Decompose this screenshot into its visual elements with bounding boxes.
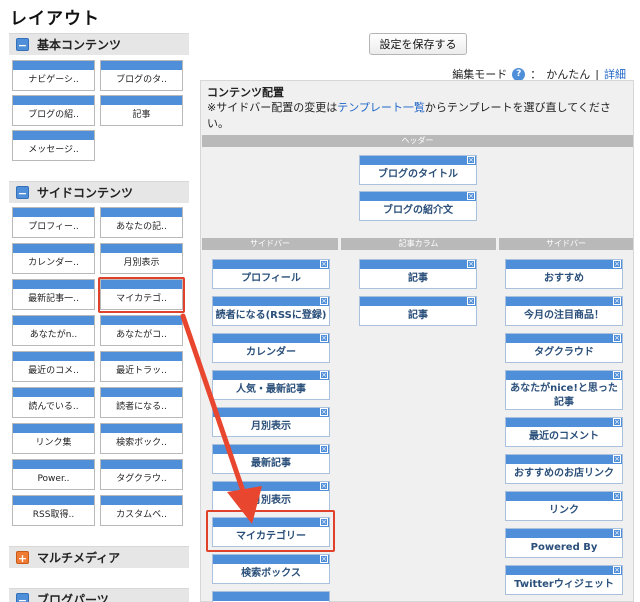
sidebar-right-label: サイドバー	[499, 238, 633, 250]
palette-item[interactable]: 月別表示	[100, 243, 183, 274]
mode-divider: |	[595, 67, 599, 81]
layout-block[interactable]: × 今月の注目商品！	[505, 296, 623, 326]
palette-item[interactable]: あなたがn..	[12, 315, 95, 346]
close-icon: ×	[613, 297, 621, 305]
palette-item[interactable]: 最近のコメ..	[12, 351, 95, 382]
panel-description: ※サイドバー配置の変更はテンプレート一覧からテンプレートを選び直してください。	[207, 101, 611, 130]
layout-block[interactable]: × 月別表示	[212, 407, 330, 437]
close-icon: ×	[467, 260, 475, 268]
layout-block-partial[interactable]	[212, 591, 330, 602]
palette-item[interactable]: ブログのタ..	[100, 60, 183, 91]
save-settings-button[interactable]: 設定を保存する	[369, 33, 467, 55]
palette-item[interactable]: Power..	[12, 459, 95, 490]
section-label: ブログパーツ	[37, 593, 109, 602]
help-icon[interactable]: ?	[512, 67, 526, 81]
layout-block[interactable]: × 最新記事	[212, 444, 330, 474]
palette-item[interactable]: 最新記事一..	[12, 279, 95, 310]
close-icon[interactable]: ×	[467, 192, 475, 200]
sidebar-left-label: サイドバー	[202, 238, 338, 250]
palette-item[interactable]: 読者になる..	[100, 387, 183, 418]
close-icon: ×	[613, 455, 621, 463]
layout-block[interactable]: × Twitterウィジェット	[505, 565, 623, 595]
layout-block[interactable]: × プロフィール	[212, 259, 330, 289]
article-column-label: 記事カラム	[341, 238, 496, 250]
layout-block[interactable]: × おすすめのお店リンク	[505, 454, 623, 484]
collapse-icon[interactable]: −	[16, 186, 29, 200]
palette-item[interactable]: 記事	[100, 95, 183, 126]
layout-block[interactable]: × Powered By	[505, 528, 623, 558]
layout-block[interactable]: × 人気・最新記事	[212, 370, 330, 400]
close-icon: ×	[613, 566, 621, 574]
layout-block[interactable]: × あなたがnice!と思った記事	[505, 370, 623, 410]
close-icon: ×	[613, 418, 621, 426]
template-list-link[interactable]: テンプレート一覧	[337, 101, 425, 114]
palette-item[interactable]: メッセージ..	[12, 130, 95, 161]
close-icon: ×	[320, 482, 328, 490]
panel-title: コンテンツ配置	[207, 86, 284, 99]
palette-item[interactable]: ブログの紹..	[12, 95, 95, 126]
basic-contents-palette: ナビゲーシ.. ブログのタ.. ブログの紹.. 記事 メッセージ..	[9, 58, 189, 162]
highlight-box	[98, 277, 185, 313]
palette-item[interactable]: カスタムベ..	[100, 495, 183, 526]
palette-item[interactable]: プロフィー..	[12, 207, 95, 238]
palette-item[interactable]: あなたの記..	[100, 207, 183, 238]
close-icon: ×	[320, 297, 328, 305]
close-icon: ×	[613, 334, 621, 342]
close-icon: ×	[320, 445, 328, 453]
close-icon: ×	[613, 371, 621, 379]
layout-block[interactable]: × 読者になる(RSSに登録)	[212, 296, 330, 326]
layout-block[interactable]: × カレンダー	[212, 333, 330, 363]
section-multimedia[interactable]: + マルチメディア	[9, 546, 189, 568]
layout-block[interactable]: × おすすめ	[505, 259, 623, 289]
close-icon: ×	[320, 408, 328, 416]
palette-item[interactable]: カレンダー..	[12, 243, 95, 274]
palette-item[interactable]: リンク集	[12, 423, 95, 454]
layout-block[interactable]: × 最近のコメント	[505, 417, 623, 447]
close-icon: ×	[613, 529, 621, 537]
layout-block[interactable]: × リンク	[505, 491, 623, 521]
collapse-icon[interactable]: −	[16, 38, 29, 52]
palette-item[interactable]: 最近トラッ..	[100, 351, 183, 382]
collapse-icon[interactable]: −	[16, 593, 29, 602]
page-title: レイアウト	[10, 9, 100, 29]
close-icon: ×	[613, 492, 621, 500]
section-label: 基本コンテンツ	[37, 38, 122, 52]
section-basic-contents[interactable]: − 基本コンテンツ	[9, 33, 189, 55]
highlight-box	[206, 510, 335, 552]
palette-item[interactable]: タグクラウ..	[100, 459, 183, 490]
header-label: ヘッダー	[202, 135, 633, 147]
section-label: サイドコンテンツ	[37, 186, 134, 200]
close-icon: ×	[467, 297, 475, 305]
close-icon: ×	[320, 371, 328, 379]
section-label: マルチメディア	[37, 551, 121, 565]
layout-block[interactable]: × ブログのタイトル	[359, 155, 477, 185]
close-icon: ×	[613, 260, 621, 268]
palette-item[interactable]: 検索ボック..	[100, 423, 183, 454]
close-icon[interactable]: ×	[467, 156, 475, 164]
palette-item[interactable]: あなたがコ..	[100, 315, 183, 346]
side-contents-palette: プロフィー.. あなたの記.. カレンダー.. 月別表示 最新記事一.. マイカ…	[9, 205, 189, 535]
layout-block[interactable]: × タグクラウド	[505, 333, 623, 363]
close-icon: ×	[320, 334, 328, 342]
close-icon: ×	[320, 555, 328, 563]
layout-block[interactable]: × ブログの紹介文	[359, 191, 477, 221]
layout-block[interactable]: × 記事	[359, 296, 477, 326]
section-blog-parts[interactable]: − ブログパーツ	[9, 588, 189, 602]
palette-item[interactable]: 読んでいる..	[12, 387, 95, 418]
layout-block[interactable]: × 月別表示	[212, 481, 330, 511]
layout-block[interactable]: × 検索ボックス	[212, 554, 330, 584]
close-icon: ×	[320, 260, 328, 268]
palette-item[interactable]: ナビゲーシ..	[12, 60, 95, 91]
section-side-contents[interactable]: − サイドコンテンツ	[9, 181, 189, 203]
expand-icon[interactable]: +	[16, 551, 29, 565]
layout-block[interactable]: × 記事	[359, 259, 477, 289]
palette-item[interactable]: RSS取得..	[12, 495, 95, 526]
